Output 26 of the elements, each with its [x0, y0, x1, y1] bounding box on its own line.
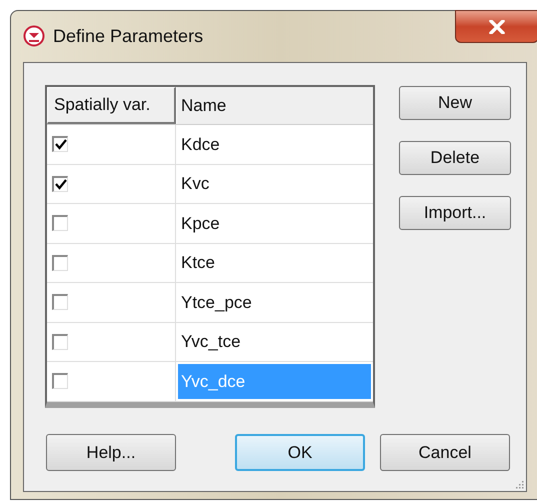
close-button[interactable] — [455, 10, 537, 43]
resize-grip-icon — [514, 479, 524, 489]
checkbox[interactable] — [52, 373, 68, 390]
name-cell[interactable]: Ytce_pce — [178, 285, 371, 320]
column-header[interactable]: Name — [176, 87, 373, 124]
column-header[interactable]: Spatially var. — [47, 87, 176, 124]
name-cell[interactable]: Ktce — [178, 246, 371, 280]
checkbox[interactable] — [52, 215, 68, 232]
checkbox[interactable] — [52, 334, 68, 350]
dialog-button[interactable]: Import... — [399, 196, 511, 230]
dialog-button[interactable]: OK — [235, 434, 365, 471]
name-cell[interactable]: Kpce — [178, 206, 371, 240]
dialog-button[interactable]: Cancel — [380, 434, 510, 471]
close-icon — [489, 20, 505, 34]
name-cell[interactable]: Yvc_tce — [178, 324, 371, 359]
dialog-button[interactable]: New — [399, 86, 511, 120]
name-cell[interactable]: Kvc — [178, 166, 371, 201]
window-title: Define Parameters — [53, 25, 204, 47]
name-cell[interactable]: Kdce — [178, 127, 371, 162]
app-icon — [23, 25, 45, 47]
checkbox[interactable] — [52, 294, 68, 310]
checkbox[interactable] — [52, 254, 68, 271]
dialog-button[interactable]: Help... — [46, 434, 176, 471]
checkbox[interactable] — [52, 176, 68, 192]
dialog-button[interactable]: Delete — [399, 141, 511, 175]
checkbox[interactable] — [52, 136, 68, 152]
